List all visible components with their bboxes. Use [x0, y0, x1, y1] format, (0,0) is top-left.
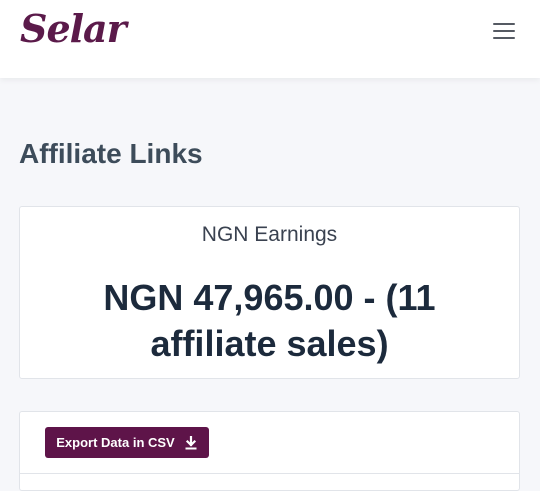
- earnings-value: NGN 47,965.00 - (11 affiliate sales): [103, 277, 436, 364]
- top-navbar: Selar: [0, 0, 540, 78]
- page-title: Affiliate Links: [19, 138, 203, 169]
- affiliate-table-card: Export Data in CSV: [19, 411, 520, 491]
- export-csv-button[interactable]: Export Data in CSV: [45, 427, 209, 458]
- hamburger-menu-icon[interactable]: [490, 20, 518, 42]
- earnings-card: NGN Earnings NGN 47,965.00 - (11 affilia…: [19, 206, 520, 379]
- export-csv-label: Export Data in CSV: [56, 435, 175, 450]
- earnings-label: NGN Earnings: [201, 223, 338, 246]
- download-icon: [185, 435, 197, 449]
- table-divider: [20, 473, 519, 474]
- selar-logo[interactable]: Selar: [20, 6, 127, 51]
